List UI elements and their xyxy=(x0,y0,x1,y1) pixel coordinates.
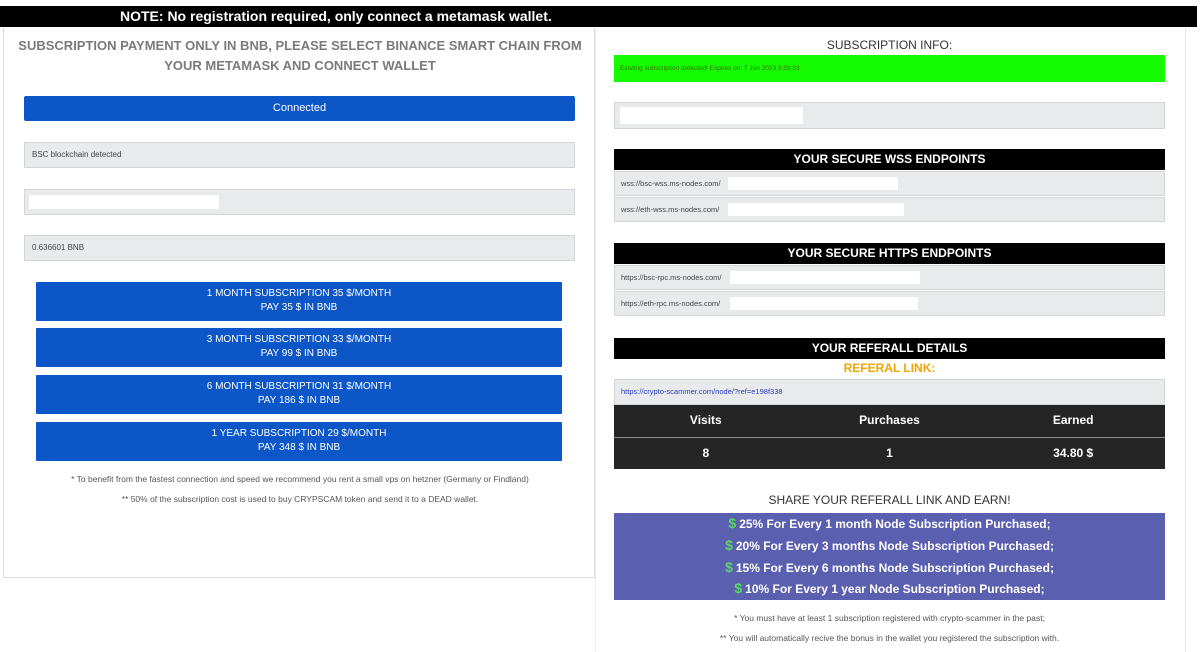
payment-panel: SUBSCRIPTION PAYMENT ONLY IN BNB, PLEASE… xyxy=(3,28,595,578)
connect-wallet-button[interactable]: Connected xyxy=(24,96,575,121)
subscribe-1-year-button[interactable]: 1 YEAR SUBSCRIPTION 29 $/MONTH PAY 348 $… xyxy=(36,422,562,461)
eth-https-token-redacted xyxy=(730,297,918,310)
subscribe-1-month-price: PAY 35 $ IN BNB xyxy=(260,302,338,313)
referral-requirement-note: * You must have at least 1 subscription … xyxy=(734,613,1045,623)
subscribe-3-month-button[interactable]: 3 MONTH SUBSCRIPTION 33 $/MONTH PAY 99 $… xyxy=(36,328,562,367)
https-endpoints-header: YOUR SECURE HTTPS ENDPOINTS xyxy=(614,243,1165,264)
eth-https-url: https://eth-rpc.ms-nodes.com/ xyxy=(621,299,721,308)
chain-status-field: BSC blockchain detected xyxy=(24,142,575,168)
referral-details-header: YOUR REFERALL DETAILS xyxy=(614,338,1165,359)
wss-endpoints-header: YOUR SECURE WSS ENDPOINTS xyxy=(614,149,1165,170)
bsc-wss-token-redacted xyxy=(728,177,898,190)
visits-value: 8 xyxy=(702,446,710,460)
bonus-line-6-months: $15% For Every 6 months Node Subscriptio… xyxy=(614,557,1165,579)
bonus-text: 20% For Every 3 months Node Subscription… xyxy=(735,538,1054,553)
bonus-line-3-months: $20% For Every 3 months Node Subscriptio… xyxy=(614,535,1165,557)
eth-wss-endpoint[interactable]: wss://eth-wss.ms-nodes.com/ xyxy=(614,197,1165,222)
referral-stats-table: Visits Purchases Earned 8 1 34.80 $ xyxy=(614,405,1165,469)
stats-value-row: 8 1 34.80 $ xyxy=(614,438,1165,468)
subscription-wallet-field xyxy=(614,102,1165,129)
subscription-wallet-redacted xyxy=(620,107,803,124)
share-referral-title: SHARE YOUR REFERALL LINK AND EARN! xyxy=(768,493,1011,507)
bsc-wss-endpoint[interactable]: wss://bsc-wss.ms-nodes.com/ xyxy=(614,171,1165,196)
wallet-address-field xyxy=(24,189,575,215)
bonus-text: 25% For Every 1 month Node Subscription … xyxy=(739,517,1051,531)
bsc-wss-url: wss://bsc-wss.ms-nodes.com/ xyxy=(621,179,721,188)
bsc-https-url: https://bsc-rpc.ms-nodes.com/ xyxy=(621,273,722,282)
payment-instructions: SUBSCRIPTION PAYMENT ONLY IN BNB, PLEASE… xyxy=(18,38,582,73)
bsc-https-endpoint[interactable]: https://bsc-rpc.ms-nodes.com/ xyxy=(614,265,1165,290)
dollar-icon: $ xyxy=(728,515,737,531)
subscription-info-title: SUBSCRIPTION INFO: xyxy=(826,38,953,52)
top-note-bar: NOTE: No registration required, only con… xyxy=(0,6,1197,27)
bsc-https-token-redacted xyxy=(730,271,920,284)
earned-header: Earned xyxy=(1052,413,1094,427)
subscription-status-banner: Existing subscription detected! Expires … xyxy=(614,55,1165,82)
subscribe-1-month-button[interactable]: 1 MONTH SUBSCRIPTION 35 $/MONTH PAY 35 $… xyxy=(36,282,562,321)
subscribe-1-year-price: PAY 348 $ IN BNB xyxy=(257,442,341,453)
wallet-address-redacted xyxy=(29,195,219,209)
visits-header: Visits xyxy=(689,413,722,427)
subscribe-6-month-button[interactable]: 6 MONTH SUBSCRIPTION 31 $/MONTH PAY 186 … xyxy=(36,375,562,414)
earned-value: 34.80 $ xyxy=(1053,446,1094,460)
stats-header-row: Visits Purchases Earned xyxy=(614,405,1165,435)
bonus-text: 15% For Every 6 months Node Subscription… xyxy=(735,560,1054,575)
bonus-text: 10% For Every 1 year Node Subscription P… xyxy=(745,582,1045,597)
subscribe-6-month-price: PAY 186 $ IN BNB xyxy=(257,395,341,406)
bonus-line-1-year: $10% For Every 1 year Node Subscription … xyxy=(614,578,1165,600)
vps-recommendation-note: * To benefit from the fastest connection… xyxy=(71,474,529,484)
panel-divider xyxy=(595,28,596,652)
referral-bonus-note: ** You will automatically recive the bon… xyxy=(719,633,1060,643)
subscribe-1-year-title: 1 YEAR SUBSCRIPTION 29 $/MONTH xyxy=(211,428,387,439)
token-burn-note: ** 50% of the subscription cost is used … xyxy=(121,494,479,504)
dollar-icon: $ xyxy=(734,580,743,597)
dollar-icon: $ xyxy=(725,558,733,575)
bonus-line-1-month: $25% For Every 1 month Node Subscription… xyxy=(614,513,1165,535)
subscribe-3-month-title: 3 MONTH SUBSCRIPTION 33 $/MONTH xyxy=(206,334,392,345)
referral-bonus-panel: $25% For Every 1 month Node Subscription… xyxy=(614,513,1165,600)
referral-link-label: REFERAL LINK: xyxy=(843,361,936,375)
referral-link[interactable]: https://crypto-scammer.com/node/?ref=e19… xyxy=(614,379,1165,405)
balance-field: 0.636601 BNB xyxy=(24,235,575,261)
purchases-header: Purchases xyxy=(859,413,920,427)
eth-https-endpoint[interactable]: https://eth-rpc.ms-nodes.com/ xyxy=(614,291,1165,316)
dollar-icon: $ xyxy=(725,536,733,553)
subscribe-1-month-title: 1 MONTH SUBSCRIPTION 35 $/MONTH xyxy=(206,288,392,299)
subscribe-3-month-price: PAY 99 $ IN BNB xyxy=(260,348,338,359)
eth-wss-url: wss://eth-wss.ms-nodes.com/ xyxy=(621,205,720,214)
eth-wss-token-redacted xyxy=(728,203,904,216)
right-border xyxy=(1185,28,1186,652)
purchases-value: 1 xyxy=(886,446,893,460)
subscribe-6-month-title: 6 MONTH SUBSCRIPTION 31 $/MONTH xyxy=(206,381,392,392)
